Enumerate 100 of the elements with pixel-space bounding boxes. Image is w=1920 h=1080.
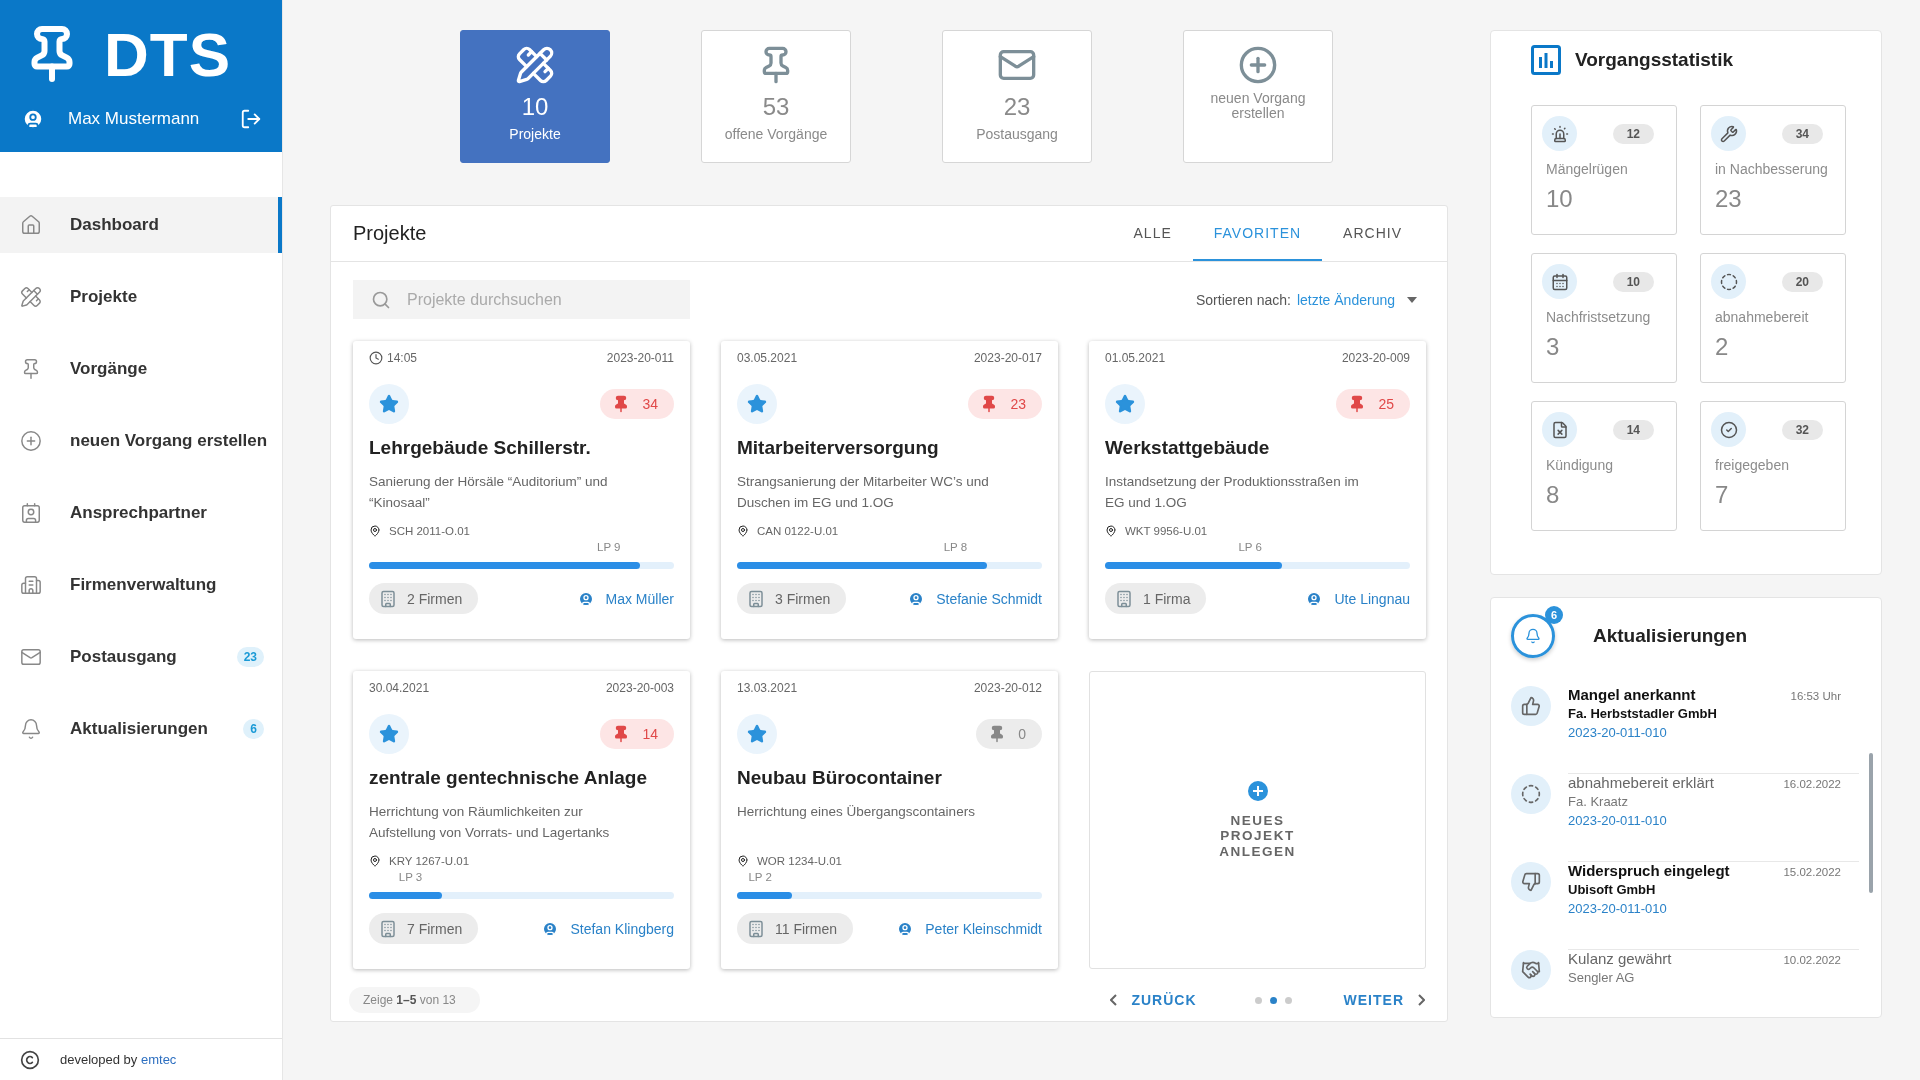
contact-link[interactable]: Ute Lingnau <box>1306 590 1410 607</box>
nav-item[interactable]: Postausgang 23 <box>0 629 282 685</box>
page-dot[interactable] <box>1284 996 1292 1004</box>
firms-chip[interactable]: 11 Firmen <box>737 913 853 944</box>
user-icon <box>542 920 559 937</box>
contact-link[interactable]: Stefanie Schmidt <box>908 590 1042 607</box>
stat-value: 10 <box>1546 185 1574 213</box>
project-card[interactable]: 30.04.2021 2023-20-003 14 zentrale gentechnische Anlage Herrichtung von Räumlichkeiten zur Aufstellung von Vorrats- und Lagertanks KRY 1267-U.01 LP 3 7 Firmen Stefan Klingberg <box>353 671 690 969</box>
open-issues-badge: 0 <box>976 719 1042 749</box>
panel-title: Projekte <box>353 222 428 245</box>
update-title: Widerspruch eingelegt <box>1568 862 1730 879</box>
thumbs-up-icon <box>1511 686 1551 726</box>
building-icon <box>379 589 397 608</box>
stat-label: Nachfristsetzung <box>1546 309 1652 325</box>
stat-card[interactable]: 14 Kündigung 8 <box>1531 401 1677 531</box>
project-title: Neubau Bürocontainer <box>737 767 943 789</box>
siren-icon <box>1542 116 1577 151</box>
nav-item[interactable]: Projekte <box>0 269 282 325</box>
open-issues-badge: 23 <box>968 389 1042 419</box>
card-date: 03.05.2021 <box>737 351 798 365</box>
stat-card[interactable]: 10 Nachfristsetzung 3 <box>1531 253 1677 383</box>
tab[interactable]: ALLE <box>1112 206 1193 261</box>
contact-link[interactable]: Peter Kleinschmidt <box>897 920 1042 937</box>
nav-item[interactable]: Ansprechpartner <box>0 485 282 541</box>
search-field[interactable]: Projekte durchsuchen <box>353 280 690 319</box>
open-issues-badge: 25 <box>1336 389 1410 419</box>
nav-item[interactable]: Vorgänge <box>0 341 282 397</box>
summary-tile[interactable]: 23 Postausgang <box>942 30 1092 163</box>
new-project-button[interactable]: NEUES PROJEKT ANLEGEN <box>1089 671 1426 969</box>
stat-label: in Nachbesserung <box>1715 161 1829 177</box>
sort-dropdown[interactable]: letzte Änderung <box>1296 291 1417 308</box>
project-card[interactable]: 14:05 2023-20-011 34 Lehrgebäude Schillerstr. Sanierung der Hörsäle “Auditorium” und “Kinosaal” SCH 2011-O.01 LP 9 2 Firmen Max Müller <box>353 341 690 639</box>
firms-chip[interactable]: 3 Firmen <box>737 583 847 614</box>
contact-link[interactable]: Stefan Klingberg <box>542 920 674 937</box>
summary-tile[interactable]: 10 Projekte <box>460 30 610 163</box>
contact-link[interactable]: Max Müller <box>577 590 674 607</box>
plus-circle-icon <box>1238 45 1278 85</box>
page-dot[interactable] <box>1254 996 1262 1004</box>
summary-tile[interactable]: neuen Vorgang erstellen <box>1183 30 1333 163</box>
firms-chip[interactable]: 1 Firma <box>1105 583 1207 614</box>
building-icon <box>20 574 42 596</box>
next-button[interactable]: WEITER <box>1343 992 1425 1008</box>
back-button[interactable]: ZURÜCK <box>1110 992 1197 1008</box>
project-number: 2023-20-009 <box>1341 351 1410 365</box>
project-card[interactable]: 01.05.2021 2023-20-009 25 Werkstattgebäude Instandsetzung der Produktionsstraßen im EG und 1.OG WKT 9956-U.01 LP 6 1 Firma Ute Lingnau <box>1089 341 1426 639</box>
stat-card[interactable]: 20 abnahmebereit 2 <box>1700 253 1846 383</box>
stat-label: Mängelrügen <box>1546 161 1629 177</box>
favorite-button[interactable] <box>369 384 409 424</box>
reference-link[interactable]: 2023-20-011-010 <box>1568 725 1841 740</box>
stat-card[interactable]: 12 Mängelrügen 10 <box>1531 105 1677 235</box>
footer-link[interactable]: emtec <box>140 1052 177 1067</box>
tab[interactable]: FAVORITEN <box>1192 206 1323 261</box>
firms-chip[interactable]: 2 Firmen <box>369 583 479 614</box>
phase-label: LP 9 <box>597 541 622 553</box>
project-number: 2023-20-003 <box>605 681 674 695</box>
plus-circle-icon <box>20 430 42 452</box>
panel-title: Vorgangsstatistik <box>1575 49 1734 71</box>
location-code: SCH 2011-O.01 <box>389 525 470 537</box>
count-badge: 12 <box>1612 123 1654 144</box>
scrollbar[interactable] <box>1869 753 1873 893</box>
plus-circle-icon <box>1247 780 1268 801</box>
favorite-button[interactable] <box>737 714 777 754</box>
check-circle-icon <box>1711 412 1746 447</box>
panel-title: Aktualisierungen <box>1593 625 1748 647</box>
building-icon <box>379 919 397 938</box>
search-icon <box>371 290 391 310</box>
reference-link[interactable]: 2023-20-011-010 <box>1568 813 1841 828</box>
card-date: 01.05.2021 <box>1105 351 1166 365</box>
user-icon <box>908 590 925 607</box>
summary-tile[interactable]: 53 offene Vorgänge <box>701 30 851 163</box>
wrench-icon <box>1711 116 1746 151</box>
project-card[interactable]: 03.05.2021 2023-20-017 23 Mitarbeiterversorgung Strangsanierung der Mitarbeiter WC’s und Duschen im EG und 1.OG CAN 0122-U.01 LP 8 3 Firmen Stefanie Schmidt <box>721 341 1058 639</box>
reference-link[interactable]: 2023-20-011-010 <box>1568 901 1841 916</box>
nav-item[interactable]: Firmenverwaltung <box>0 557 282 613</box>
stat-card[interactable]: 32 freigegeben 7 <box>1700 401 1846 531</box>
calendar-icon <box>1542 264 1577 299</box>
stat-card[interactable]: 34 in Nachbesserung 23 <box>1700 105 1846 235</box>
tab[interactable]: ARCHIV <box>1322 206 1423 261</box>
update-title: abnahmebereit erklärt <box>1568 774 1714 791</box>
firms-chip[interactable]: 7 Firmen <box>369 913 479 944</box>
project-title: Werkstattgebäude <box>1105 437 1271 459</box>
project-card[interactable]: 13.03.2021 2023-20-012 0 Neubau Bürocontainer Herrichtung eines Übergangscontainers WOR 1234-U.01 LP 2 11 Firmen Peter Kleinschmidt <box>721 671 1058 969</box>
nav-item[interactable]: Dashboard <box>0 197 282 253</box>
favorite-button[interactable] <box>737 384 777 424</box>
favorite-button[interactable] <box>1105 384 1145 424</box>
favorite-button[interactable] <box>369 714 409 754</box>
ruler-pencil-icon <box>515 45 555 85</box>
stat-label: Kündigung <box>1546 457 1614 473</box>
location-icon <box>369 525 381 537</box>
page-dot[interactable] <box>1269 996 1277 1004</box>
user-name: Max Mustermann <box>68 109 201 129</box>
count-badge: 23 <box>236 647 264 667</box>
nav-item[interactable]: Aktualisierungen 6 <box>0 701 282 757</box>
logout-icon[interactable] <box>240 108 262 130</box>
nav-item[interactable]: neuen Vorgang erstellen <box>0 413 282 469</box>
card-date: 14:05 <box>387 351 418 365</box>
user-icon <box>897 920 914 937</box>
update-time: 16.02.2022 <box>1783 778 1841 790</box>
stat-label: abnahmebereit <box>1715 309 1810 325</box>
count-badge: 14 <box>1612 419 1654 440</box>
